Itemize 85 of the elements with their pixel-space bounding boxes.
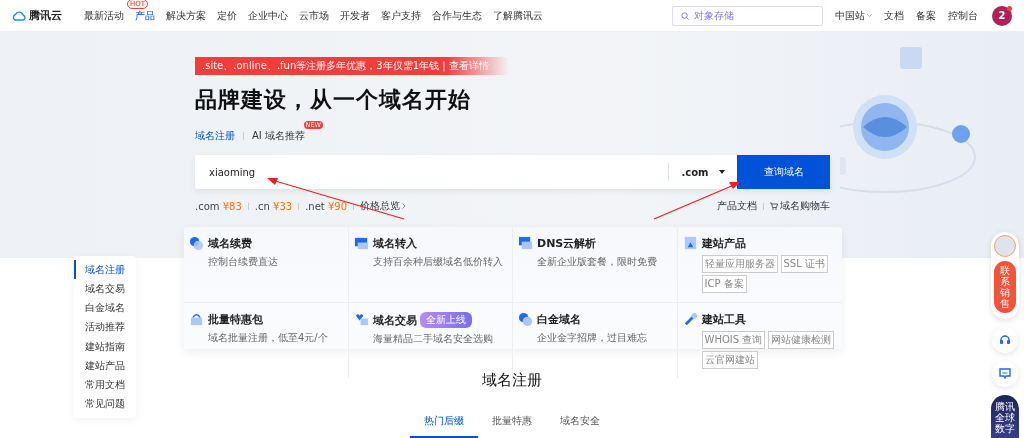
cloud-logo-icon: [12, 10, 26, 21]
service-card[interactable]: 域名续费 控制台续费直达: [184, 227, 349, 303]
price-item: .com ¥83: [195, 200, 242, 212]
event-banner[interactable]: 腾讯全球数字: [991, 395, 1019, 438]
side-nav-item[interactable]: 活动推荐: [74, 317, 136, 337]
price-item: .cn ¥33: [254, 200, 293, 212]
card-description: 控制台续费直达: [208, 255, 278, 269]
card-icon: [189, 236, 204, 251]
header-link[interactable]: 备案: [916, 8, 936, 23]
nav-link[interactable]: 开发者: [340, 8, 370, 23]
card-description: 支持百余种后缀域名低价转入: [372, 255, 503, 269]
hero-tab[interactable]: AI 域名推荐: [252, 129, 305, 143]
card-title: 域名交易: [372, 312, 417, 328]
headset-button[interactable]: [992, 327, 1018, 353]
chevron-icon: [402, 203, 406, 209]
nav-link[interactable]: 最新活动: [84, 8, 124, 23]
side-nav-item[interactable]: 域名交易: [74, 279, 136, 299]
nav-link[interactable]: 解决方案: [166, 8, 206, 23]
card-title: 白金域名: [537, 312, 581, 327]
side-nav-item[interactable]: 域名注册: [74, 260, 136, 280]
caret-icon: [718, 170, 725, 174]
header-link[interactable]: 控制台: [948, 8, 978, 23]
service-card[interactable]: 建站工具 WHOIS 查询 网站健康检测 云官网建站: [677, 303, 842, 378]
section-tab[interactable]: 批量特惠: [478, 414, 546, 438]
cart-icon: [770, 202, 778, 210]
search-field[interactable]: 对象存储: [672, 5, 823, 26]
card-description: 海量精品二手域名安全选购: [372, 332, 493, 346]
logo-text[interactable]: 腾讯云: [29, 8, 62, 23]
nav-link[interactable]: 了解腾讯云: [493, 8, 543, 23]
card-icon: [518, 236, 533, 251]
header-link[interactable]: 文档: [884, 8, 904, 23]
card-icon: [189, 312, 204, 327]
service-card[interactable]: 域名转入 支持百余种后缀域名低价转入: [348, 227, 513, 303]
card-tag[interactable]: WHOIS 查询: [701, 331, 766, 349]
service-card[interactable]: 建站产品 轻量应用服务器 SSL 证书 ICP 备案: [677, 227, 842, 303]
header-link[interactable]: 中国站: [835, 8, 872, 23]
card-tag[interactable]: 网站健康检测: [768, 331, 835, 349]
side-nav-item[interactable]: 常用文档: [74, 375, 136, 395]
card-title: 批量特惠包: [208, 312, 263, 327]
card-icon: [353, 236, 369, 251]
side-nav-item[interactable]: 建站指南: [74, 337, 136, 357]
card-title: 域名转入: [372, 236, 417, 251]
card-tag[interactable]: 轻量应用服务器: [701, 255, 778, 273]
nav-link[interactable]: 定价: [217, 8, 237, 23]
cart-link[interactable]: 域名购物车: [770, 199, 830, 213]
search-icon: [681, 11, 689, 20]
side-nav-item[interactable]: 建站产品: [74, 356, 136, 376]
nav-link[interactable]: 企业中心: [248, 8, 288, 23]
headset-icon: [999, 334, 1011, 346]
doc-link[interactable]: 产品文档: [717, 199, 757, 213]
chat-icon: [999, 368, 1011, 380]
card-tag[interactable]: SSL 证书: [780, 255, 828, 273]
section-tab[interactable]: 热门后缀: [410, 414, 478, 438]
card-description: 全新企业版套餐，限时免费: [537, 255, 657, 269]
nav-link[interactable]: 合作与生态: [432, 8, 482, 23]
card-description: 企业金字招牌，过目难忘: [537, 331, 647, 345]
promo-banner[interactable]: .site、.online、.fun等注册多年优惠，3年仅需1年钱 | 查看详情: [195, 57, 509, 75]
domain-input[interactable]: xiaoming: [195, 155, 668, 189]
hero-title: 品牌建设，从一个域名开始: [195, 86, 472, 114]
card-icon: [353, 312, 369, 327]
wrench-icon: [682, 312, 698, 327]
chat-button[interactable]: [992, 361, 1018, 387]
avatar-placeholder: [994, 235, 1016, 257]
side-nav-item[interactable]: 白金域名: [74, 298, 136, 318]
card-title: 建站产品: [701, 236, 746, 251]
card-title: 建站工具: [701, 312, 746, 327]
search-domain-button[interactable]: 查询域名: [737, 155, 830, 189]
card-title: 域名续费: [208, 236, 252, 251]
side-nav-item[interactable]: 常见问题: [74, 394, 136, 414]
nav-link[interactable]: 产品: [135, 8, 155, 23]
price-item: .net ¥90: [305, 200, 347, 212]
card-tag[interactable]: ICP 备案: [701, 275, 747, 293]
card-description: 域名批量注册，低至4元/个: [208, 331, 328, 345]
card-title: DNS云解析: [537, 236, 597, 251]
new-launch-badge: 全新上线: [419, 312, 472, 328]
card-icon: [682, 236, 698, 251]
service-card[interactable]: 批量特惠包 域名批量注册，低至4元/个: [184, 303, 349, 378]
service-card[interactable]: DNS云解析 全新企业版套餐，限时免费: [513, 227, 678, 303]
nav-link[interactable]: 云市场: [299, 8, 329, 23]
card-icon: [518, 312, 533, 327]
user-avatar[interactable]: 2: [992, 5, 1012, 26]
section-tab[interactable]: 域名安全: [546, 414, 614, 438]
hero-tab[interactable]: 域名注册: [195, 129, 235, 143]
nav-link[interactable]: 客户支持: [381, 8, 421, 23]
card-tag[interactable]: 云官网建站: [701, 351, 758, 369]
